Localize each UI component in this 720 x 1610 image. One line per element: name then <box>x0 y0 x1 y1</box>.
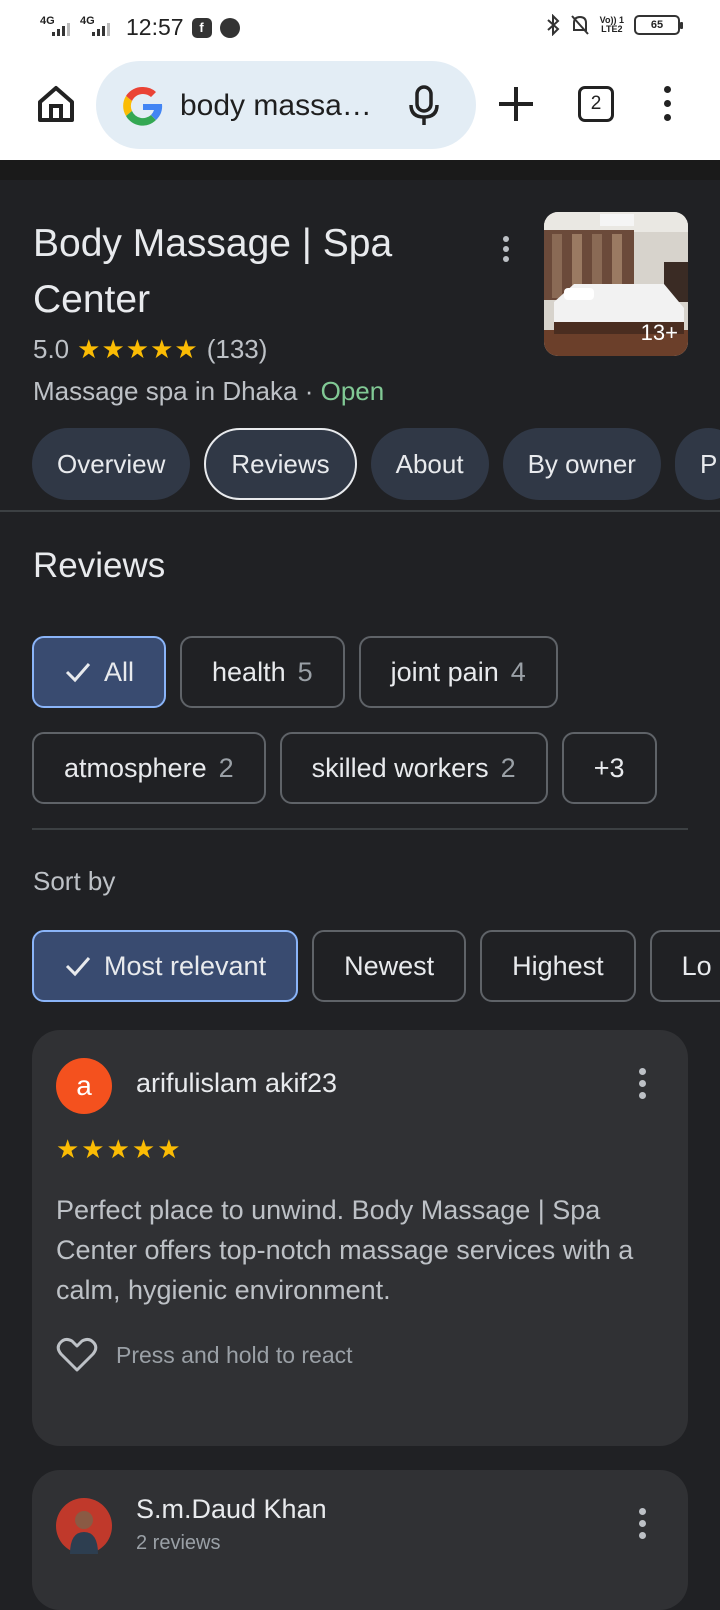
topic-chip-more[interactable]: +3 <box>561 732 657 804</box>
messenger-notification-icon <box>219 17 240 38</box>
reviewer-name[interactable]: S.m.Daud Khan <box>136 1494 327 1525</box>
place-tabs: Overview Reviews About By owner P <box>32 428 720 500</box>
chip-count: 5 <box>297 657 313 687</box>
sort-label: Sort by <box>33 866 116 896</box>
topic-chips-row-1: All health 5 joint pain 4 <box>32 636 558 708</box>
facebook-notification-icon: f <box>191 17 212 38</box>
battery-icon: 65 <box>634 15 683 35</box>
toolbar-divider <box>0 160 720 180</box>
tabs-divider <box>0 510 720 512</box>
browser-toolbar: body massa… 2 <box>0 56 720 160</box>
more-options-icon[interactable] <box>498 236 514 266</box>
review-count: (133) <box>206 334 268 364</box>
open-status: Open <box>320 376 385 406</box>
check-icon <box>65 663 91 683</box>
chip-label: All <box>104 657 135 687</box>
home-icon[interactable] <box>34 82 78 126</box>
sort-chip-most-relevant[interactable]: Most relevant <box>32 930 299 1002</box>
review-stars: ★★★★★ <box>56 1134 183 1164</box>
bluetooth-icon <box>546 14 560 36</box>
address-bar[interactable]: body massa… <box>96 61 476 149</box>
volte-indicator: Vo)) 1 LTE2 <box>600 16 624 34</box>
search-query: body massa… <box>180 89 372 122</box>
photo-count: 13+ <box>640 320 678 345</box>
rating-stars: ★★★★★ <box>77 334 199 364</box>
sort-chip-lowest[interactable]: Lo <box>649 930 720 1002</box>
browser-menu-icon[interactable] <box>656 86 678 126</box>
chip-label: Lo <box>681 951 712 981</box>
chip-label: atmosphere <box>64 753 207 783</box>
review-more-icon[interactable] <box>634 1508 650 1544</box>
avatar[interactable]: a <box>56 1058 112 1114</box>
topic-chip-atmosphere[interactable]: atmosphere 2 <box>32 732 266 804</box>
chip-count: 2 <box>218 753 234 783</box>
sort-chips: Most relevant Newest Highest Lo <box>32 930 720 1002</box>
google-logo-icon <box>123 86 163 126</box>
battery-level: 65 <box>650 19 664 31</box>
chip-label: joint pain <box>390 657 499 687</box>
heart-icon <box>56 1337 98 1372</box>
review-card: a arifulislam akif23 ★★★★★ Perfect place… <box>32 1030 688 1446</box>
mute-icon <box>570 15 589 35</box>
place-photo[interactable]: 13+ <box>544 212 688 356</box>
tab-reviews[interactable]: Reviews <box>204 428 357 500</box>
section-divider <box>32 828 688 830</box>
topic-chip-health[interactable]: health 5 <box>180 636 345 708</box>
rating-value: 5.0 <box>33 334 70 364</box>
microphone-icon[interactable] <box>406 85 442 127</box>
avatar[interactable] <box>56 1498 112 1554</box>
chip-label: Newest <box>344 951 435 981</box>
place-type-row: Massage spa in Dhaka · Open <box>33 376 384 407</box>
place-type: Massage spa in Dhaka · <box>33 376 321 406</box>
clock: 12:57 <box>126 14 184 40</box>
tab-switcher-button[interactable]: 2 <box>578 86 614 122</box>
volte-line-2: LTE2 <box>601 24 623 34</box>
topic-chip-all[interactable]: All <box>32 636 167 708</box>
chip-label: +3 <box>593 753 625 783</box>
tab-by-owner[interactable]: By owner <box>502 428 661 500</box>
react-hint: Press and hold to react <box>116 1341 353 1368</box>
place-title: Body Massage | Spa Center <box>33 222 393 321</box>
chip-label: Highest <box>512 951 604 981</box>
check-icon <box>65 957 91 977</box>
topic-chips-row-2: atmosphere 2 skilled workers 2 +3 <box>32 732 657 804</box>
reviewer-name[interactable]: arifulislam akif23 <box>136 1068 337 1099</box>
new-tab-icon[interactable] <box>496 84 536 124</box>
chip-label: Most relevant <box>104 951 267 981</box>
status-bar: 4G 4G 12:57 f Vo)) 1 LTE2 65 <box>0 0 720 56</box>
react-button[interactable]: Press and hold to react <box>56 1336 353 1374</box>
chip-count: 2 <box>500 753 516 783</box>
chip-label: health <box>212 657 286 687</box>
review-more-icon[interactable] <box>634 1068 650 1104</box>
sort-chip-newest[interactable]: Newest <box>312 930 467 1002</box>
topic-chip-skilled-workers[interactable]: skilled workers 2 <box>279 732 548 804</box>
chip-label: skilled workers <box>311 753 489 783</box>
rating-row[interactable]: 5.0 ★★★★★ (133) <box>33 334 267 365</box>
chip-count: 4 <box>510 657 526 687</box>
tab-overview[interactable]: Overview <box>32 428 191 500</box>
review-text: Perfect place to unwind. Body Massage | … <box>56 1195 634 1305</box>
sort-chip-highest[interactable]: Highest <box>480 930 636 1002</box>
reviews-heading: Reviews <box>33 546 166 585</box>
tab-about[interactable]: About <box>370 428 489 500</box>
tab-photos[interactable]: P <box>674 428 720 500</box>
place-panel: Body Massage | Spa Center 13+ 5.0 ★★★★★ … <box>0 180 720 1610</box>
signal-icon-sim1: 4G <box>40 15 72 40</box>
topic-chip-joint-pain[interactable]: joint pain 4 <box>358 636 558 708</box>
signal-icon-sim2: 4G <box>80 15 112 40</box>
review-card: S.m.Daud Khan 2 reviews <box>32 1470 688 1610</box>
